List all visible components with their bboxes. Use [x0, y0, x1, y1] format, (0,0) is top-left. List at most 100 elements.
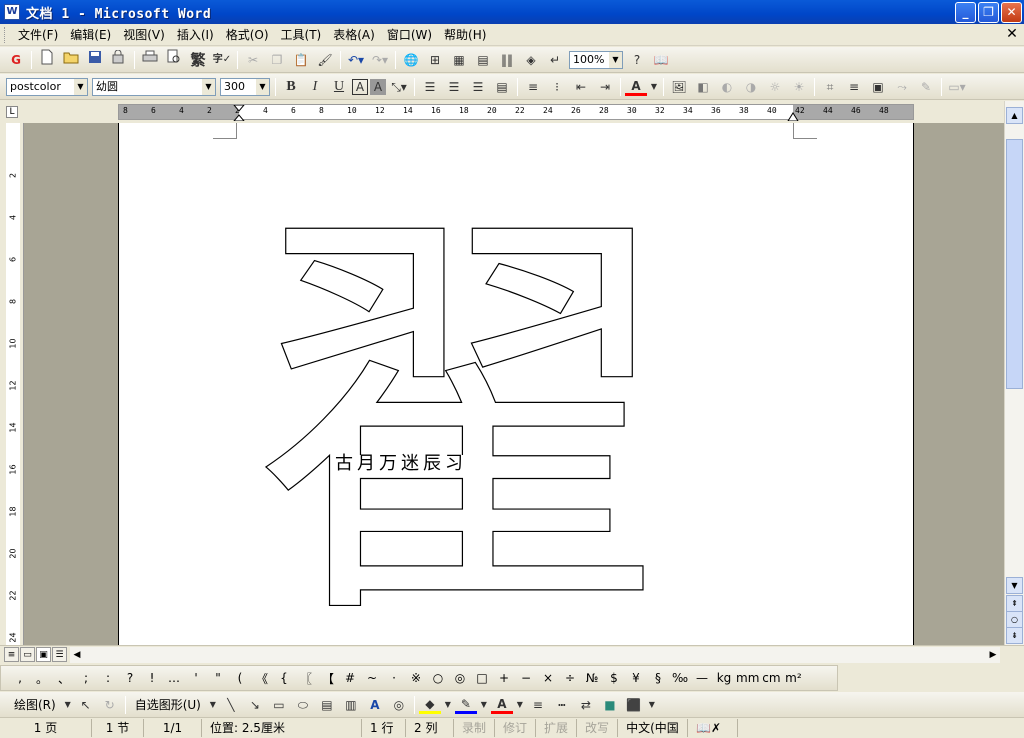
- scroll-down-button[interactable]: ▼: [1006, 577, 1023, 594]
- menu-file[interactable]: 文件(F): [12, 25, 64, 45]
- autoshapes-menu[interactable]: 自选图形(U): [129, 695, 207, 715]
- line-style-icon[interactable]: ≡: [843, 76, 865, 98]
- line-color-icon[interactable]: ✎: [454, 696, 477, 714]
- horizontal-ruler[interactable]: 8 6 4 2 2 4 6 8 10 12 14 16 18 20 22 24 26 28 30 32 34 36 38 40…: [118, 104, 914, 121]
- symbol-button[interactable]: 〖: [295, 670, 317, 687]
- chevron-down-icon[interactable]: ▼: [202, 78, 215, 95]
- symbol-button[interactable]: 。: [31, 670, 53, 687]
- chevron-down-icon[interactable]: ▼: [649, 76, 659, 98]
- align-left-icon[interactable]: ☰: [419, 76, 441, 98]
- select-browse-object-button[interactable]: ○: [1006, 611, 1023, 628]
- menu-tools[interactable]: 工具(T): [275, 25, 328, 45]
- decrease-indent-icon[interactable]: ⇤: [570, 76, 592, 98]
- spelling-icon[interactable]: 字✓: [211, 49, 233, 71]
- font-combo[interactable]: 幼圆 ▼: [92, 77, 216, 96]
- symbol-button[interactable]: □: [471, 671, 493, 685]
- symbol-button[interactable]: ·: [383, 671, 405, 685]
- permission-icon[interactable]: [108, 49, 130, 71]
- compress-icon[interactable]: ▣: [867, 76, 889, 98]
- symbol-button[interactable]: −: [515, 671, 537, 685]
- status-ovr[interactable]: 改写: [577, 719, 619, 737]
- symbol-button[interactable]: ~: [361, 671, 383, 685]
- text-wrap-icon[interactable]: ⤳: [891, 76, 913, 98]
- numbering-icon[interactable]: ≡: [522, 76, 544, 98]
- paste-icon[interactable]: 📋: [290, 49, 312, 71]
- align-right-icon[interactable]: ☰: [467, 76, 489, 98]
- arrow-icon[interactable]: ↘: [244, 694, 266, 716]
- redo-icon[interactable]: ↷▾: [369, 49, 391, 71]
- symbol-button[interactable]: ': [185, 671, 207, 685]
- text-box-icon[interactable]: ▤: [316, 694, 338, 716]
- symbol-button[interactable]: ÷: [559, 671, 581, 685]
- symbol-button[interactable]: ※: [405, 671, 427, 685]
- insert-picture-icon[interactable]: 🖼: [668, 76, 690, 98]
- chevron-down-icon[interactable]: ▼: [74, 78, 87, 95]
- set-transparent-icon[interactable]: ✎: [915, 76, 937, 98]
- menu-insert[interactable]: 插入(I): [171, 25, 220, 45]
- select-objects-icon[interactable]: ↖: [75, 694, 97, 716]
- menu-format[interactable]: 格式(O): [220, 25, 275, 45]
- symbol-button[interactable]: …: [163, 671, 185, 685]
- format-painter-icon[interactable]: 🖌: [314, 49, 336, 71]
- symbol-button[interactable]: —: [691, 671, 713, 685]
- symbol-button[interactable]: {: [273, 671, 295, 685]
- menubar-grip[interactable]: [4, 26, 8, 43]
- reset-picture-icon[interactable]: ▭▾: [946, 76, 968, 98]
- increase-indent-icon[interactable]: ⇥: [594, 76, 616, 98]
- symbol-button[interactable]: 《: [251, 670, 273, 687]
- symbol-button[interactable]: $: [603, 671, 625, 685]
- free-rotate-icon[interactable]: ↻: [99, 694, 121, 716]
- hyperlink-icon[interactable]: 🌐: [400, 49, 422, 71]
- symbol-button[interactable]: 【: [317, 670, 339, 687]
- symbol-button[interactable]: ¥: [625, 671, 647, 685]
- symbol-button[interactable]: ,: [9, 671, 31, 685]
- crop-icon[interactable]: ⌗: [819, 76, 841, 98]
- copy-icon[interactable]: ❐: [266, 49, 288, 71]
- symbol-button[interactable]: !: [141, 671, 163, 685]
- vertical-ruler[interactable]: 2 4 6 8 10 12 14 16 18 20 22 24: [0, 123, 24, 645]
- rectangle-icon[interactable]: ▭: [268, 694, 290, 716]
- tables-borders-icon[interactable]: ⊞: [424, 49, 446, 71]
- undo-icon[interactable]: ↶▾: [345, 49, 367, 71]
- insert-excel-icon[interactable]: ▤: [472, 49, 494, 71]
- less-brightness-icon[interactable]: ☀: [788, 76, 810, 98]
- italic-button[interactable]: I: [304, 76, 326, 98]
- status-rec[interactable]: 录制: [454, 719, 496, 737]
- bold-button[interactable]: B: [280, 76, 302, 98]
- close-button[interactable]: ✕: [1001, 2, 1022, 23]
- shadow-style-icon[interactable]: ■: [599, 694, 621, 716]
- symbol-button[interactable]: :: [97, 671, 119, 685]
- diagram-icon[interactable]: ◎: [388, 694, 410, 716]
- outline-view-button[interactable]: ☰: [52, 647, 67, 662]
- chevron-down-icon[interactable]: ▼: [443, 694, 453, 716]
- distributed-icon[interactable]: ▤: [491, 76, 513, 98]
- traditional-chinese-icon[interactable]: 繁: [187, 49, 209, 71]
- next-page-button[interactable]: ⇟: [1006, 627, 1023, 644]
- char-border-button[interactable]: A: [352, 78, 368, 95]
- font-size-combo[interactable]: 300 ▼: [220, 77, 270, 96]
- scroll-up-button[interactable]: ▲: [1006, 107, 1023, 124]
- underline-button[interactable]: U: [328, 76, 350, 98]
- restore-button[interactable]: ❐: [978, 2, 999, 23]
- chevron-down-icon[interactable]: ▼: [63, 694, 73, 716]
- symbol-button[interactable]: ◎: [449, 671, 471, 685]
- wps-icon[interactable]: G: [5, 49, 27, 71]
- arrow-style-icon[interactable]: ⇄: [575, 694, 597, 716]
- save-icon[interactable]: [84, 49, 106, 71]
- less-contrast-icon[interactable]: ◑: [740, 76, 762, 98]
- normal-view-button[interactable]: ≡: [4, 647, 19, 662]
- menu-table[interactable]: 表格(A): [327, 25, 381, 45]
- menu-edit[interactable]: 编辑(E): [64, 25, 117, 45]
- symbol-button[interactable]: +: [493, 671, 515, 685]
- right-indent-marker[interactable]: [787, 111, 799, 121]
- symbol-button[interactable]: m²: [782, 671, 804, 685]
- indent-marker[interactable]: [233, 105, 245, 121]
- font-color-button[interactable]: A: [625, 78, 647, 96]
- vertical-text-box-icon[interactable]: ▥: [340, 694, 362, 716]
- style-combo[interactable]: postcolor ▼: [6, 77, 88, 96]
- symbol-button[interactable]: cm: [760, 671, 782, 685]
- vertical-scrollbar[interactable]: ▲ ▼ ⇞ ○ ⇟: [1004, 101, 1024, 645]
- chevron-down-icon[interactable]: ▼: [647, 694, 657, 716]
- new-icon[interactable]: [36, 49, 58, 71]
- chevron-down-icon[interactable]: ▼: [208, 694, 218, 716]
